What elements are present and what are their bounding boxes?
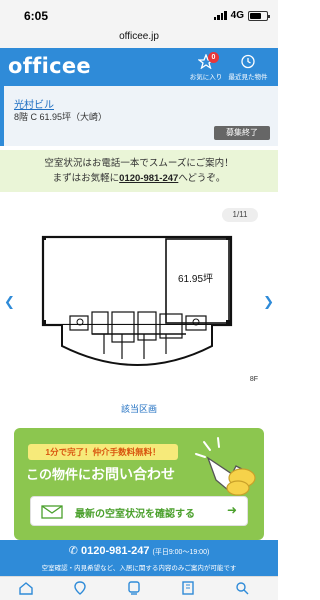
favorites-badge: 0 [208, 52, 219, 63]
notice-line2: まずはお気軽に0120-981-247へどうぞ。 [0, 171, 278, 186]
check-vacancy-button[interactable]: 最新の空室状況を確認する ➜ [30, 496, 248, 526]
battery-icon [248, 10, 270, 21]
inquiry-pill: 1分で完了！仲介手数料無料！ [28, 444, 178, 460]
favorites-label: お気に入り [189, 74, 223, 81]
bottom-nav [0, 576, 278, 600]
recent-label: 最近見た物件 [228, 74, 268, 81]
area-label: 61.95坪 [178, 274, 214, 285]
floorplan-carousel: 1/11 ❮ ❯ 61.95坪 8F [0, 196, 278, 414]
floorplan-caption: 該当区画 [120, 404, 157, 414]
status-bar: 6:05 4G [0, 0, 278, 30]
notice-suffix: へどうぞ。 [178, 173, 226, 184]
property-info: 光村ビル 8階 C 61.95坪（大崎） 募集終了 [0, 86, 278, 146]
inquiry-title-prefix: この物件に [26, 467, 92, 482]
floor-label: 8F [249, 376, 258, 383]
notice-phone-link[interactable]: 0120-981-247 [119, 173, 178, 184]
inquiry-panel: 1分で完了！仲介手数料無料！ この物件にお問い合わせ 最新の空室状況を確認する … [14, 428, 264, 540]
mail-icon [41, 505, 63, 519]
call-bar[interactable]: ✆ 0120-981-247 (平日9:00〜19:00) 空室確認・内見希望など… [0, 540, 278, 576]
inquiry-title-emph: お問い合わせ [91, 466, 176, 482]
favorites-button[interactable]: 0 お気に入り [184, 52, 228, 84]
call-main: ✆ 0120-981-247 (平日9:00〜19:00) [0, 544, 278, 557]
url-bar[interactable]: officee.jp [0, 30, 278, 48]
hand-tap-icon [195, 437, 256, 496]
map-pin-icon[interactable] [72, 581, 88, 595]
status-badge: 募集終了 [214, 126, 270, 140]
check-vacancy-label: 最新の空室状況を確認する [75, 509, 195, 520]
call-sub: 空室確認・内見希望など、入居に関する内容のみご案内が可能です [41, 565, 237, 572]
url-text: officee.jp [119, 31, 159, 42]
site-logo[interactable]: officee [8, 54, 91, 78]
network-label: 4G [230, 10, 244, 21]
phone-notice: 空室状況はお電話一本でスムーズにご案内！ まずはお気軽に0120-981-247… [0, 150, 278, 192]
home-icon[interactable] [18, 581, 34, 595]
train-icon[interactable] [126, 581, 142, 595]
floorplan-image [41, 235, 233, 366]
notice-prefix: まずはお気軽に [52, 173, 120, 184]
search-icon[interactable] [234, 581, 250, 595]
building-icon[interactable] [180, 581, 196, 595]
property-name-link[interactable]: 光村ビル [14, 96, 54, 111]
next-arrow-icon[interactable]: ❯ [263, 294, 274, 310]
site-header: officee 0 お気に入り 最近見た物件 [0, 48, 278, 86]
status-time: 6:05 [24, 9, 49, 23]
page-counter: 1/11 [222, 208, 258, 222]
phone-icon: ✆ [68, 545, 78, 557]
recent-button[interactable]: 最近見た物件 [226, 54, 270, 84]
call-hours: (平日9:00〜19:00) [152, 549, 210, 556]
inquiry-title: この物件にお問い合わせ [26, 464, 175, 484]
call-phone: 0120-981-247 [80, 545, 150, 557]
prev-arrow-icon[interactable]: ❮ [4, 294, 15, 310]
arrow-right-icon: ➜ [226, 503, 237, 517]
status-indicators: 4G [213, 10, 270, 21]
property-detail: 8階 C 61.95坪（大崎） [14, 112, 108, 122]
clock-icon [241, 54, 255, 69]
notice-line1: 空室状況はお電話一本でスムーズにご案内！ [44, 158, 234, 169]
signal-icon [213, 11, 227, 20]
